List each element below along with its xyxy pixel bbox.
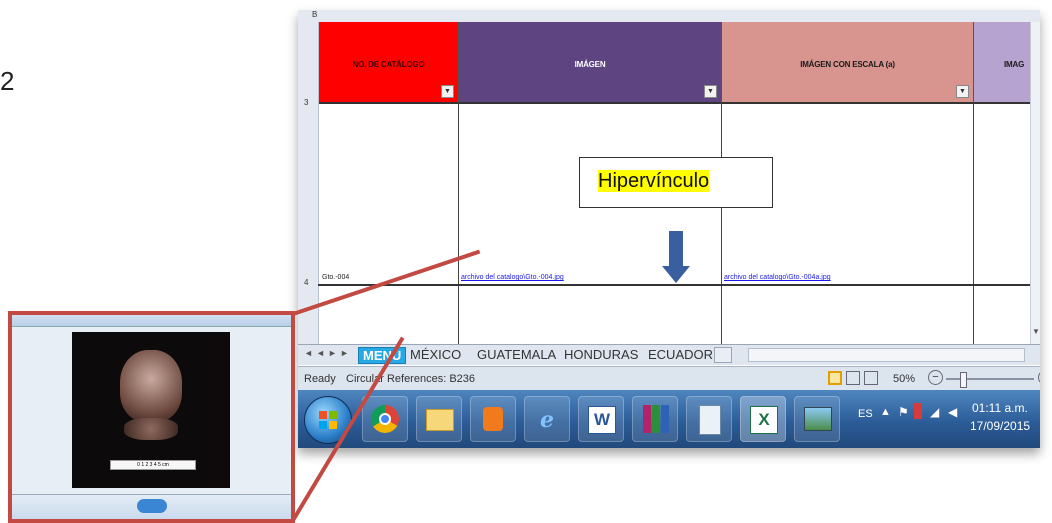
header-label: IMAG (1004, 60, 1025, 69)
battery-icon[interactable] (914, 403, 922, 419)
zoom-in-button[interactable]: + (1038, 370, 1040, 385)
vertical-scrollbar[interactable]: ▼ (1030, 22, 1040, 344)
filter-dropdown-icon[interactable]: ▼ (956, 85, 969, 98)
callout-text: Hipervínculo (598, 170, 710, 192)
tab-ecuador[interactable]: ECUADOR (644, 347, 717, 362)
page-layout-view-icon[interactable] (846, 371, 860, 385)
down-arrow-icon (669, 231, 683, 267)
clock-time[interactable]: 01:11 a.m. (972, 401, 1028, 415)
grid-line (458, 104, 459, 344)
header-image-with-scale[interactable]: IMÁGEN CON ESCALA (a) ▼ (722, 22, 974, 104)
normal-view-icon[interactable] (828, 371, 842, 385)
hyperlink-callout: Hipervínculo (579, 157, 773, 208)
header-label: IMÁGEN (574, 60, 606, 69)
action-center-flag-icon[interactable]: ⚑ (898, 405, 909, 419)
insert-sheet-icon[interactable] (714, 347, 732, 363)
excel-window: B 3 4 NO. DE CATÁLOGO ▼ IMÁGEN ▼ IMÁGEN … (298, 10, 1040, 448)
chrome-icon[interactable] (362, 396, 408, 442)
tab-honduras[interactable]: HONDURAS (560, 347, 642, 362)
filter-dropdown-icon[interactable]: ▼ (704, 85, 717, 98)
windows-logo-red (319, 411, 327, 419)
zoom-out-button[interactable]: − (928, 370, 943, 385)
page-break-view-icon[interactable] (864, 371, 878, 385)
next-sheet-icon[interactable]: ► (328, 348, 337, 358)
tab-mexico[interactable]: MÉXICO (406, 347, 465, 362)
scroll-down-icon[interactable]: ▼ (1032, 327, 1040, 336)
header-label: IMÁGEN CON ESCALA (a) (800, 60, 895, 69)
excel-icon[interactable]: X (740, 396, 786, 442)
network-icon[interactable]: ◢ (930, 405, 939, 419)
grid-line (318, 284, 1030, 286)
header-label: NO. DE CATÁLOGO (352, 60, 425, 69)
notepad-icon[interactable] (686, 396, 732, 442)
status-ready: Ready (304, 373, 336, 385)
scaled-image-hyperlink[interactable]: archivo del catalogo\Gto.-004a.jpg (724, 274, 831, 281)
winrar-icon[interactable] (632, 396, 678, 442)
zoom-slider-thumb[interactable] (960, 372, 967, 388)
status-bar: Ready Circular References: B236 50% − + (298, 366, 1040, 391)
language-indicator[interactable]: ES (858, 408, 873, 420)
tab-guatemala[interactable]: GUATEMALA (473, 347, 560, 362)
highlight-frame (8, 311, 295, 523)
windows-taskbar: e W X ES ▲ ⚑ ◢ ◀ 01:11 a.m. 17/09/2015 (298, 390, 1040, 448)
last-sheet-icon[interactable]: ► (340, 348, 349, 358)
sheet-tab-bar: ◄ ◄ ► ► MENU MÉXICO GUATEMALA HONDURAS E… (298, 344, 1040, 365)
windows-logo-green (329, 411, 337, 419)
column-letter: B (312, 10, 318, 19)
row-number-label: 4 (304, 278, 309, 287)
clock-date[interactable]: 17/09/2015 (970, 419, 1030, 433)
header-image-partial[interactable]: IMAG (974, 22, 1030, 104)
windows-logo-yellow (329, 421, 337, 429)
volume-icon[interactable]: ◀ (948, 405, 957, 419)
photo-viewer-icon[interactable] (794, 396, 840, 442)
header-image[interactable]: IMÁGEN ▼ (459, 22, 722, 104)
windows-logo-blue (319, 421, 327, 429)
internet-explorer-icon[interactable]: e (524, 396, 570, 442)
status-circular-references: Circular References: B236 (346, 373, 476, 385)
header-catalog-number[interactable]: NO. DE CATÁLOGO ▼ (319, 22, 459, 104)
down-arrow-head (662, 266, 690, 283)
media-player-icon[interactable] (470, 396, 516, 442)
zoom-level: 50% (893, 373, 916, 385)
grid-line (973, 104, 974, 344)
image-hyperlink[interactable]: archivo del catalogo\Gto.-004.jpg (461, 274, 564, 281)
horizontal-scrollbar[interactable] (748, 348, 1025, 362)
tray-expand-icon[interactable]: ▲ (880, 406, 891, 418)
step-number: 2 (0, 66, 15, 96)
row-header-strip: 3 4 (298, 22, 319, 344)
first-sheet-icon[interactable]: ◄ (304, 348, 313, 358)
tab-menu[interactable]: MENU (358, 347, 407, 364)
filter-dropdown-icon[interactable]: ▼ (441, 85, 454, 98)
grid-line (721, 104, 722, 344)
row-number-label: 3 (304, 98, 309, 107)
prev-sheet-icon[interactable]: ◄ (316, 348, 325, 358)
file-explorer-icon[interactable] (416, 396, 462, 442)
catalog-number-cell[interactable]: Gto.-004 (322, 274, 349, 281)
word-icon[interactable]: W (578, 396, 624, 442)
